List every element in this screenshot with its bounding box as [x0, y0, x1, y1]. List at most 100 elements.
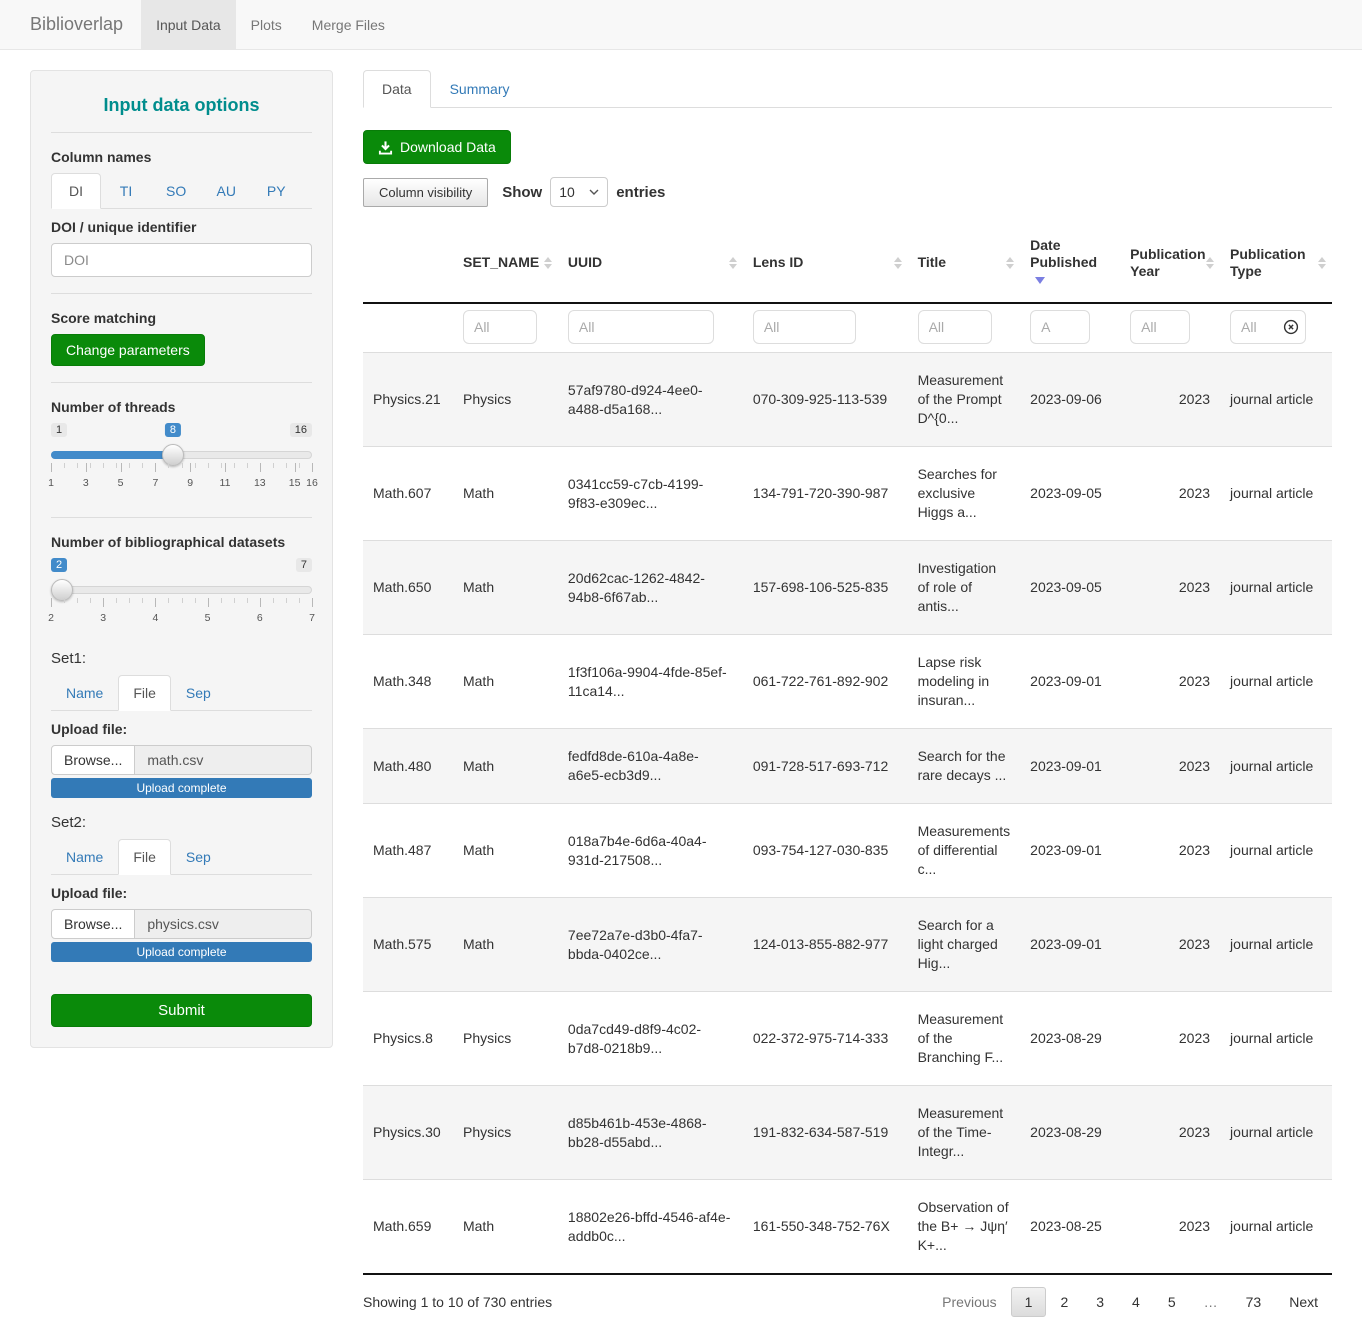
table-row[interactable]: Math.487Math018a7b4e-6d6a-40a4-931d-2175… [363, 804, 1332, 898]
tab-au[interactable]: AU [201, 173, 251, 209]
divider [51, 517, 312, 518]
cell: Physics [453, 1086, 558, 1180]
table-row[interactable]: Physics.30Physicsd85b461b-453e-4868-bb28… [363, 1086, 1332, 1180]
cell: 2023-09-05 [1020, 447, 1120, 541]
tab-di[interactable]: DI [51, 173, 101, 209]
threads-slider[interactable]: 1 8 16 1357911131516 [51, 423, 312, 501]
cell: 2023 [1120, 992, 1220, 1086]
header-lens-id[interactable]: Lens ID [743, 223, 908, 303]
clear-filter-icon[interactable] [1283, 319, 1299, 335]
doi-input[interactable] [51, 243, 312, 277]
set1-file-input: Browse... math.csv [51, 745, 312, 775]
page-button-2[interactable]: 2 [1046, 1287, 1082, 1317]
slider-value-badge: 8 [165, 423, 181, 437]
filter-uuid-input[interactable] [568, 310, 714, 344]
tab-ti[interactable]: TI [101, 173, 151, 209]
cell: journal article [1220, 635, 1332, 729]
tab-sep[interactable]: Sep [171, 839, 226, 875]
cell: Math [453, 635, 558, 729]
header-uuid[interactable]: UUID [558, 223, 743, 303]
page-button-5[interactable]: 5 [1154, 1287, 1190, 1317]
tab-so[interactable]: SO [151, 173, 201, 209]
divider [51, 382, 312, 383]
cell: 070-309-925-113-539 [743, 353, 908, 447]
cell: journal article [1220, 804, 1332, 898]
cell: 2023 [1120, 1180, 1220, 1275]
cell: 20d62cac-1262-4842-94b8-6f67ab... [558, 541, 743, 635]
navbar-tab-input-data[interactable]: Input Data [141, 0, 236, 49]
change-parameters-button[interactable]: Change parameters [51, 334, 205, 366]
filter-publication-year-input[interactable] [1130, 310, 1190, 344]
navbar-tab-merge-files[interactable]: Merge Files [297, 0, 400, 49]
header-title[interactable]: Title [908, 223, 1021, 303]
selected-filename: math.csv [135, 745, 312, 775]
main-panel: Data Summary Download Data Column visibi… [363, 70, 1332, 1331]
cell: Measurement of the Time-Integr... [908, 1086, 1021, 1180]
header-publication-year[interactable]: Publication Year [1120, 223, 1220, 303]
header-rowname [363, 223, 453, 303]
cell: Measurement of the Prompt D^{0... [908, 353, 1021, 447]
cell: 191-832-634-587-519 [743, 1086, 908, 1180]
table-row[interactable]: Math.659Math18802e26-bffd-4546-af4e-addb… [363, 1180, 1332, 1275]
page-button-3[interactable]: 3 [1082, 1287, 1118, 1317]
tab-sep[interactable]: Sep [171, 675, 226, 711]
input-options-panel: Input data options Column names DI TI SO… [30, 70, 333, 1048]
page-button-next[interactable]: Next [1275, 1287, 1332, 1317]
cell: Math [453, 729, 558, 804]
filter-set-name-input[interactable] [463, 310, 537, 344]
slider-track[interactable] [51, 586, 312, 594]
browse-button[interactable]: Browse... [51, 909, 135, 939]
cell: Physics [453, 992, 558, 1086]
tab-data[interactable]: Data [363, 70, 431, 108]
cell: 2023 [1120, 447, 1220, 541]
header-publication-type[interactable]: Publication Type [1220, 223, 1332, 303]
tab-file[interactable]: File [118, 839, 171, 875]
submit-button[interactable]: Submit [51, 994, 312, 1027]
cell: 2023-08-29 [1020, 992, 1120, 1086]
cell: Observation of the B+ → Jψη′ K+... [908, 1180, 1021, 1275]
cell: 2023-09-01 [1020, 804, 1120, 898]
slider-max-badge: 7 [296, 558, 312, 572]
browse-button[interactable]: Browse... [51, 745, 135, 775]
tab-summary[interactable]: Summary [431, 70, 529, 108]
filter-title-input[interactable] [918, 310, 992, 344]
cell: Physics.30 [363, 1086, 453, 1180]
page-button-1[interactable]: 1 [1011, 1287, 1047, 1317]
tab-name[interactable]: Name [51, 675, 118, 711]
page-button-73[interactable]: 73 [1232, 1287, 1276, 1317]
table-row[interactable]: Math.650Math20d62cac-1262-4842-94b8-6f67… [363, 541, 1332, 635]
filter-cell-empty [363, 303, 453, 353]
cell: Math.650 [363, 541, 453, 635]
cell: 2023-08-29 [1020, 1086, 1120, 1180]
header-date-published[interactable]: Date Published [1020, 223, 1120, 303]
page-size-select[interactable]: 10 [550, 177, 608, 207]
column-visibility-button[interactable]: Column visibility [363, 178, 488, 207]
entries-label: entries [616, 184, 665, 201]
navbar-tab-plots[interactable]: Plots [236, 0, 297, 49]
page-button-4[interactable]: 4 [1118, 1287, 1154, 1317]
sort-icon [1318, 257, 1326, 269]
datasets-label: Number of bibliographical datasets [51, 534, 312, 550]
filter-lens-id-input[interactable] [753, 310, 856, 344]
table-row[interactable]: Math.480Mathfedfd8de-610a-4a8e-a6e5-ecb3… [363, 729, 1332, 804]
slider-value-badge: 2 [51, 558, 67, 572]
cell: Physics [453, 353, 558, 447]
table-row[interactable]: Math.607Math0341cc59-c7cb-4199-9f83-e309… [363, 447, 1332, 541]
table-row[interactable]: Physics.21Physics57af9780-d924-4ee0-a488… [363, 353, 1332, 447]
table-row[interactable]: Math.575Math7ee72a7e-d3b0-4fa7-bbda-0402… [363, 898, 1332, 992]
tab-file[interactable]: File [118, 675, 171, 711]
tab-name[interactable]: Name [51, 839, 118, 875]
table-row[interactable]: Math.348Math1f3f106a-9904-4fde-85ef-11ca… [363, 635, 1332, 729]
datasets-slider[interactable]: 2 7 234567 [51, 558, 312, 636]
tab-py[interactable]: PY [251, 173, 301, 209]
column-names-tabs: DI TI SO AU PY [51, 173, 312, 209]
cell: 2023 [1120, 729, 1220, 804]
table-row[interactable]: Physics.8Physics0da7cd49-d8f9-4c02-b7d8-… [363, 992, 1332, 1086]
cell: 2023 [1120, 541, 1220, 635]
download-data-button[interactable]: Download Data [363, 130, 511, 164]
sort-desc-icon [1035, 277, 1045, 284]
header-set-name[interactable]: SET_NAME [453, 223, 558, 303]
divider [51, 132, 312, 133]
set2-file-input: Browse... physics.csv [51, 909, 312, 939]
filter-date-published-input[interactable] [1030, 310, 1090, 344]
